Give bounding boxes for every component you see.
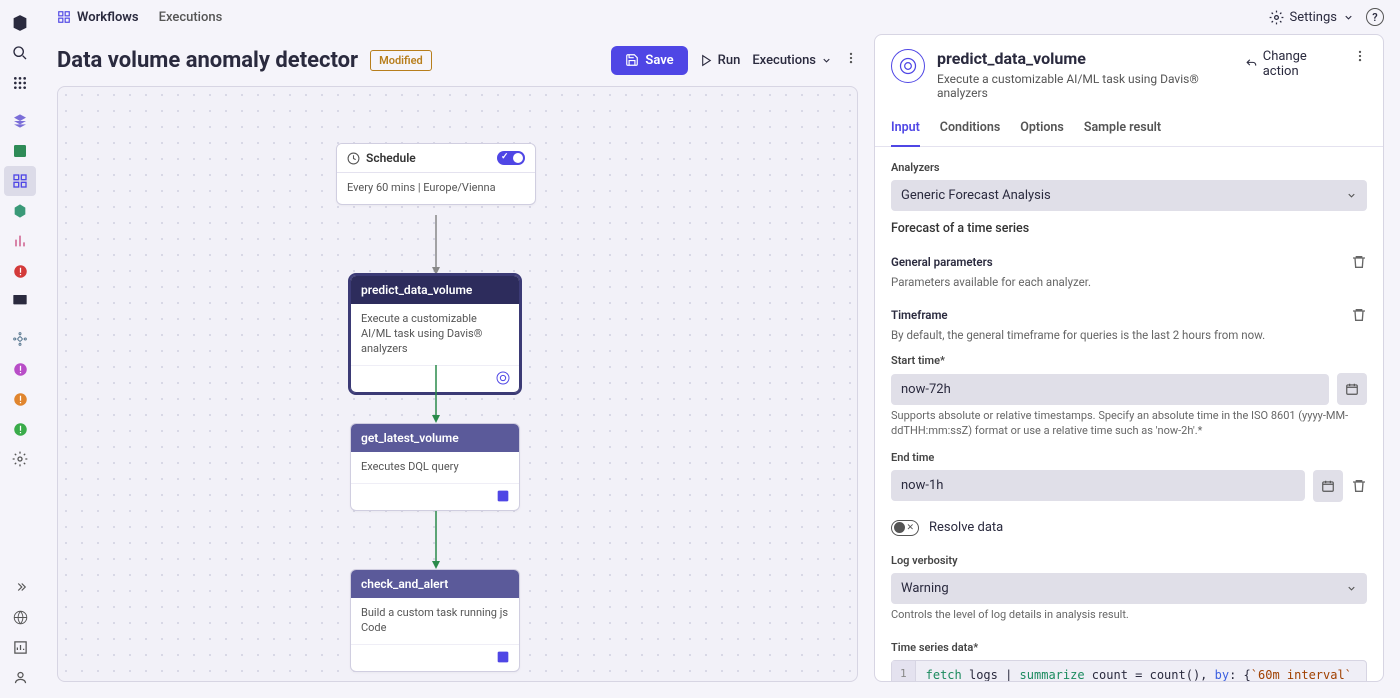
panel-tabs: Input Conditions Options Sample result: [875, 110, 1383, 147]
nav-red-alert-icon[interactable]: [4, 256, 36, 286]
settings-link[interactable]: Settings: [1269, 10, 1354, 25]
node-predict-body: Execute a customizable AI/ML task using …: [351, 304, 519, 365]
timeframe-sub: By default, the general timeframe for qu…: [891, 328, 1367, 342]
nav-bars-icon[interactable]: [4, 226, 36, 256]
node-latest[interactable]: get_latest_volume Executes DQL query: [350, 423, 520, 511]
general-sub: Parameters available for each analyzer.: [891, 275, 1367, 289]
logo-icon[interactable]: [4, 8, 36, 38]
globe-icon[interactable]: [4, 602, 36, 632]
apps-icon[interactable]: [4, 68, 36, 98]
tab-sample[interactable]: Sample result: [1084, 110, 1161, 146]
start-label: Start time*: [891, 354, 1367, 367]
log-verbosity-label: Log verbosity: [891, 554, 1367, 567]
chart-icon[interactable]: [4, 632, 36, 662]
action-title: predict_data_volume: [937, 49, 1233, 68]
search-icon[interactable]: [4, 38, 36, 68]
nav-green-icon[interactable]: [4, 136, 36, 166]
tab-options[interactable]: Options: [1020, 110, 1064, 146]
general-title: General parameters: [891, 255, 993, 269]
code-text: fetch logs | summarize count = count(), …: [916, 661, 1366, 681]
action-icon: [891, 49, 925, 83]
node-schedule-title: Schedule: [366, 151, 416, 165]
node-schedule[interactable]: Schedule ✓ Every 60 mins | Europe/Vienna: [336, 143, 536, 205]
workflows-tab[interactable]: Workflows: [57, 10, 139, 25]
davis-icon: [495, 370, 511, 386]
nav-orange-alert-icon[interactable]: [4, 384, 36, 414]
node-check-title: check_and_alert: [361, 577, 448, 591]
nav-purple-alert-icon[interactable]: [4, 354, 36, 384]
nav-monitor-icon[interactable]: [4, 286, 36, 316]
expand-icon[interactable]: [4, 572, 36, 602]
log-verbosity-dropdown[interactable]: Warning: [891, 573, 1367, 604]
start-calendar-icon[interactable]: [1337, 373, 1367, 405]
node-schedule-body: Every 60 mins | Europe/Vienna: [337, 173, 535, 204]
executions-tab[interactable]: Executions: [159, 10, 223, 25]
resolve-label: Resolve data: [929, 520, 1003, 535]
tab-conditions[interactable]: Conditions: [940, 110, 1000, 146]
js-icon: [495, 649, 511, 665]
schedule-toggle[interactable]: ✓: [497, 151, 525, 165]
analyzers-desc: Forecast of a time series: [891, 221, 1367, 236]
analyzers-dropdown[interactable]: Generic Forecast Analysis: [891, 180, 1367, 211]
canvas-header: Data volume anomaly detector Modified Sa…: [57, 34, 858, 86]
start-hint: Supports absolute or relative timestamps…: [891, 409, 1367, 439]
executions-dropdown[interactable]: Executions: [752, 53, 832, 68]
user-icon[interactable]: [4, 662, 36, 692]
nav-gear-icon[interactable]: [4, 444, 36, 474]
change-action-button[interactable]: Change action: [1245, 49, 1339, 79]
resolve-toggle[interactable]: ✕: [891, 520, 919, 536]
analyzers-label: Analyzers: [891, 161, 1367, 174]
nav-green-alert-icon[interactable]: [4, 414, 36, 444]
timeframe-delete-icon[interactable]: [1351, 307, 1367, 323]
save-button[interactable]: Save: [611, 46, 687, 75]
nav-workflow-icon[interactable]: [4, 166, 36, 196]
end-calendar-icon[interactable]: [1313, 470, 1343, 502]
page-title: Data volume anomaly detector: [57, 48, 358, 73]
log-verbosity-hint: Controls the level of log details in ana…: [891, 608, 1367, 623]
code-gutter: 1: [892, 661, 916, 681]
run-button[interactable]: Run: [700, 53, 741, 68]
node-check-body: Build a custom task running js Code: [351, 598, 519, 644]
end-time-input[interactable]: now-1h: [891, 470, 1305, 501]
panel-more-menu[interactable]: [1353, 49, 1367, 67]
tab-input[interactable]: Input: [891, 110, 920, 147]
topbar: Workflows Executions Settings ?: [41, 0, 1400, 34]
more-menu[interactable]: [844, 51, 858, 69]
node-latest-title: get_latest_volume: [361, 431, 459, 445]
node-predict-title: predict_data_volume: [361, 283, 472, 297]
general-delete-icon[interactable]: [1351, 254, 1367, 270]
left-sidebar: [0, 0, 41, 698]
tsd-label: Time series data*: [891, 641, 1367, 654]
node-check[interactable]: check_and_alert Build a custom task runn…: [350, 569, 520, 672]
nav-ai-icon[interactable]: [4, 324, 36, 354]
nav-cube-icon[interactable]: [4, 106, 36, 136]
action-panel: predict_data_volume Execute a customizab…: [874, 34, 1384, 682]
dql-icon: [495, 488, 511, 504]
end-delete-icon[interactable]: [1351, 478, 1367, 494]
tsd-code-input[interactable]: 1 fetch logs | summarize count = count()…: [891, 660, 1367, 681]
help-icon[interactable]: ?: [1366, 8, 1384, 26]
timeframe-title: Timeframe: [891, 308, 948, 322]
start-time-input[interactable]: now-72h: [891, 374, 1329, 405]
end-label: End time: [891, 451, 1367, 464]
action-subtitle: Execute a customizable AI/ML task using …: [937, 72, 1233, 100]
nav-hex-icon[interactable]: [4, 196, 36, 226]
node-latest-body: Executes DQL query: [351, 452, 519, 483]
modified-badge: Modified: [370, 50, 432, 71]
workflow-canvas[interactable]: Schedule ✓ Every 60 mins | Europe/Vienna…: [57, 86, 858, 682]
